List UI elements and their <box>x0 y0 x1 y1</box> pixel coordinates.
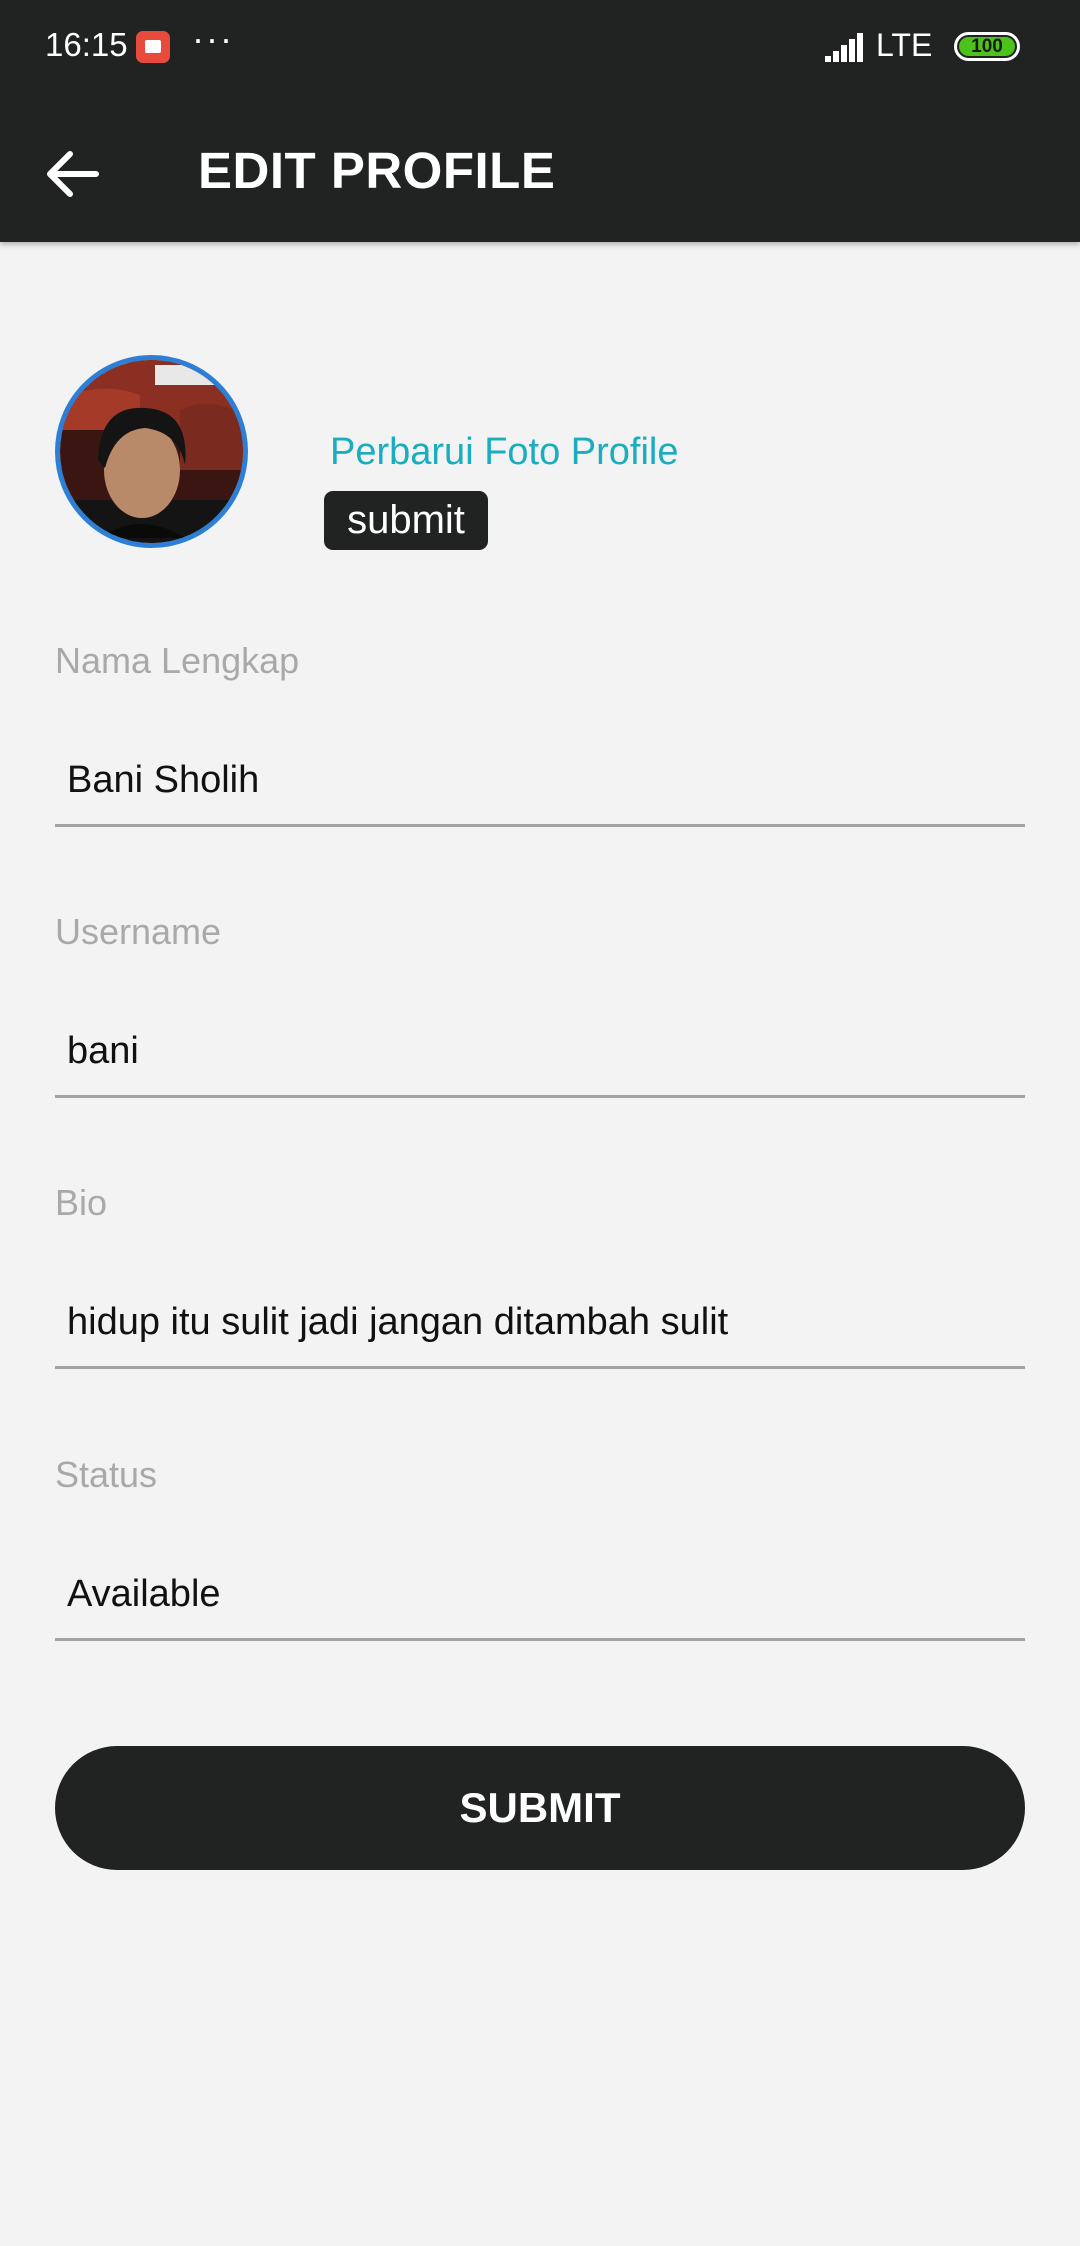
status-field[interactable] <box>55 1551 1025 1641</box>
full-name-label: Nama Lengkap <box>55 640 300 681</box>
more-notifications-icon: ··· <box>192 18 234 59</box>
submit-button[interactable]: SUBMIT <box>55 1746 1025 1870</box>
arrow-back-icon <box>47 151 99 197</box>
username-field[interactable] <box>55 1008 1025 1098</box>
avatar-photo <box>60 360 243 543</box>
network-type: LTE <box>876 27 933 63</box>
status-bar: 16:15 ··· LTE 100 <box>0 0 1080 94</box>
full-name-field[interactable] <box>55 737 1025 827</box>
battery-level: 100 <box>959 37 1015 56</box>
signal-icon <box>825 33 863 62</box>
page-title: EDIT PROFILE <box>198 142 556 199</box>
avatar[interactable] <box>55 355 248 548</box>
update-photo-link[interactable]: Perbarui Foto Profile <box>330 431 679 474</box>
back-button[interactable] <box>30 132 114 216</box>
bio-label: Bio <box>55 1182 108 1223</box>
username-label: Username <box>55 911 222 952</box>
bio-field[interactable] <box>55 1279 1025 1369</box>
youtube-notification-icon <box>136 31 170 63</box>
status-time: 16:15 <box>45 26 128 63</box>
status-label: Status <box>55 1454 158 1495</box>
app-bar: EDIT PROFILE <box>0 94 1080 242</box>
photo-submit-button[interactable]: submit <box>324 491 488 550</box>
battery-icon: 100 <box>954 32 1020 61</box>
